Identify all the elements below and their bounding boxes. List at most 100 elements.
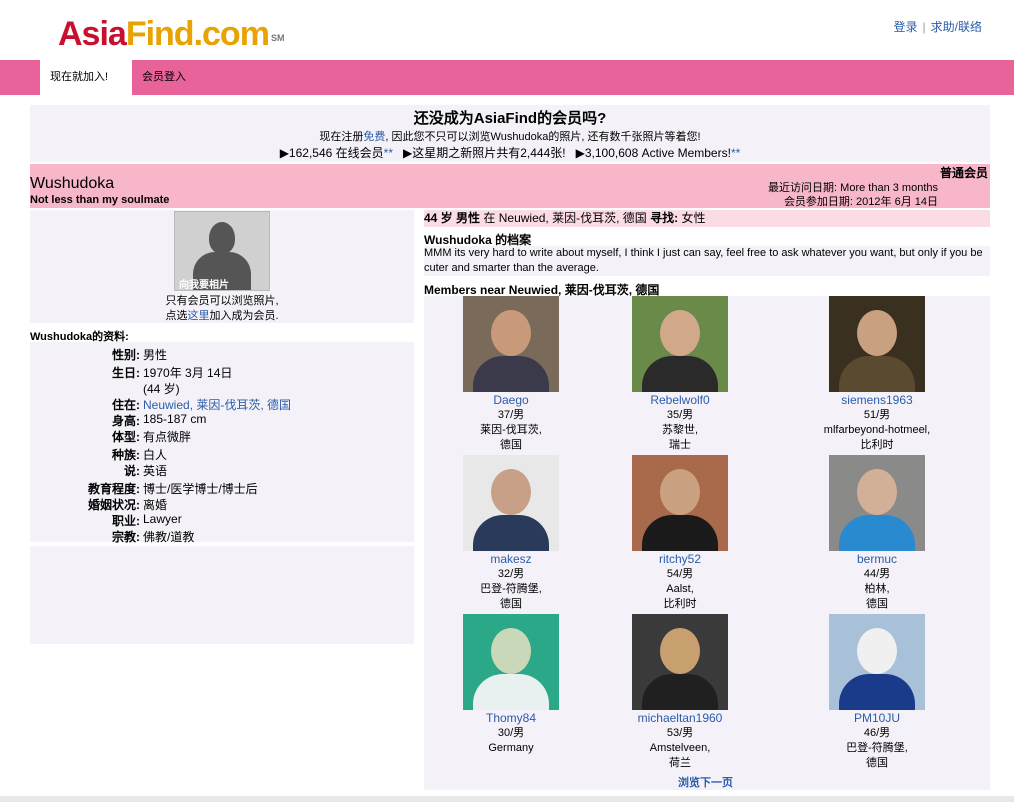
info-row: 婚姻状况: 离婚 <box>30 496 414 512</box>
member-photo-body <box>473 674 549 710</box>
member-name-link[interactable]: Rebelwolf0 <box>600 393 760 408</box>
member-photo-face <box>857 310 897 356</box>
member-photo[interactable] <box>829 296 925 392</box>
join-banner-title: 还没成为AsiaFind的会员吗? <box>413 110 607 127</box>
member-card[interactable]: PM10JU 46/男 巴登-符腾堡, 德国 <box>797 614 957 771</box>
member-photo-body <box>839 515 915 551</box>
info-label: 宗教: <box>112 530 140 544</box>
member-line2: 荷兰 <box>669 757 691 769</box>
info-row: 职业: Lawyer <box>30 512 414 528</box>
member-card[interactable]: bermuc 44/男 柏林, 德国 <box>797 455 957 612</box>
member-card[interactable]: Rebelwolf0 35/男 苏黎世, 瑞士 <box>600 296 760 453</box>
info-value: 离婚 <box>143 498 168 512</box>
member-line1: 苏黎世, <box>661 424 699 436</box>
info-label: 体型: <box>112 430 140 444</box>
member-age: 35/男 <box>666 409 694 421</box>
help-contact-link[interactable]: 求助/联络 <box>931 20 982 34</box>
member-name-link[interactable]: siemens1963 <box>797 393 957 408</box>
member-name-link[interactable]: makesz <box>431 552 591 567</box>
asiafind-logo[interactable]: AsiaFind.com SM <box>58 14 284 54</box>
member-photo[interactable] <box>829 614 925 710</box>
request-photo-label: 向我要相片 <box>179 280 229 291</box>
login-link[interactable]: 登录 <box>894 20 918 34</box>
member-name-link[interactable]: Daego <box>431 393 591 408</box>
location-link[interactable]: Neuwied, 莱因-伐耳茨, 德国 <box>143 396 291 413</box>
member-photo[interactable] <box>632 614 728 710</box>
join-banner-text: 现在注册免费, 因此您不只可以浏览Wushudoka的照片, 还有数千张照片等着… <box>30 129 990 145</box>
member-age: 54/男 <box>666 568 694 580</box>
member-card[interactable]: michaeltan1960 53/男 Amstelveen, 荷兰 <box>600 614 760 771</box>
tab-join-now[interactable]: 现在就加入! <box>40 60 132 95</box>
info-value: 1970年 3月 14日 <box>143 366 233 380</box>
profile-tagline: Not less than my soulmate <box>30 194 170 206</box>
member-card[interactable]: Thomy84 30/男 Germany <box>431 614 591 756</box>
member-line1: Amstelveen, <box>649 742 711 754</box>
member-photo[interactable] <box>463 296 559 392</box>
member-name-link[interactable]: PM10JU <box>797 711 957 726</box>
member-photo[interactable] <box>829 455 925 551</box>
info-label: 生日: <box>112 366 140 380</box>
member-photo[interactable] <box>463 455 559 551</box>
member-line2: 德国 <box>866 757 888 769</box>
about-text: MMM its very hard to write about myself,… <box>424 246 990 276</box>
member-card[interactable]: siemens1963 51/男 mlfarbeyond-hotmeel, 比利时 <box>797 296 957 453</box>
member-card[interactable]: Daego 37/男 莱因-伐耳茨, 德国 <box>431 296 591 453</box>
member-card[interactable]: makesz 32/男 巴登-符腾堡, 德国 <box>431 455 591 612</box>
join-date: 会员参加日期: 2012年 6月 14日 <box>783 196 938 208</box>
info-row: 教育程度: 博士/医学博士/博士后 <box>30 480 414 496</box>
member-line2: 德国 <box>500 598 522 610</box>
member-photo-body <box>473 356 549 392</box>
profile-photo-placeholder[interactable]: 向我要相片 <box>174 211 270 291</box>
member-photo-face <box>660 628 700 674</box>
info-label: 住在: <box>112 398 140 412</box>
member-name-link[interactable]: michaeltan1960 <box>600 711 760 726</box>
member-line1: 巴登-符腾堡, <box>846 742 908 754</box>
info-value: Lawyer <box>143 512 182 526</box>
info-label: 性别: <box>112 348 140 362</box>
member-photo-body <box>839 674 915 710</box>
top-links-separator: | <box>922 20 926 34</box>
member-card[interactable]: ritchy52 54/男 Aalst, 比利时 <box>600 455 760 612</box>
tab-member-login[interactable]: 会员登入 <box>132 60 196 95</box>
member-name-link[interactable]: bermuc <box>797 552 957 567</box>
footer-divider <box>0 796 1014 802</box>
member-age: 44/男 <box>863 568 891 580</box>
info-row: 说: 英语 <box>30 462 414 478</box>
member-photo[interactable] <box>632 296 728 392</box>
join-text-pre: 现在注册 <box>319 131 364 143</box>
member-photo-face <box>491 310 531 356</box>
member-photo-body <box>642 674 718 710</box>
logo-text-find: Find.com <box>125 15 270 53</box>
info-label: 身高: <box>112 414 140 428</box>
member-photo-body <box>473 515 549 551</box>
member-name-link[interactable]: ritchy52 <box>600 552 760 567</box>
member-photo[interactable] <box>632 455 728 551</box>
info-value: 佛教/道教 <box>143 530 195 544</box>
member-age: 53/男 <box>666 727 694 739</box>
member-photo-body <box>642 515 718 551</box>
next-page-link[interactable]: 浏览下一页 <box>678 774 733 790</box>
member-name-link[interactable]: Thomy84 <box>431 711 591 726</box>
member-photo[interactable] <box>463 614 559 710</box>
join-here-link[interactable]: 这里 <box>187 310 209 322</box>
info-row: 身高: 185-187 cm <box>30 412 414 428</box>
info-row: 生日: 1970年 3月 14日 <box>30 364 414 380</box>
profile-username: Wushudoka <box>30 175 115 192</box>
info-label: 职业: <box>112 514 140 528</box>
member-line1: 巴登-符腾堡, <box>480 583 542 595</box>
info-row: 性别: 男性 <box>30 346 414 362</box>
profile-photo-box: 向我要相片 只有会员可以浏览照片, 点选这里加入成为会员. <box>30 210 414 323</box>
info-row: (44 岁) <box>30 380 414 396</box>
logo-sm-mark: SM <box>270 33 285 43</box>
member-age: 30/男 <box>497 727 525 739</box>
member-line2: 比利时 <box>860 439 894 451</box>
member-line2: 德国 <box>866 598 888 610</box>
member-photo-face <box>491 469 531 515</box>
silhouette-head-icon <box>209 222 235 254</box>
online-members-count: ▶162,546 在线会员 <box>279 146 384 160</box>
member-age: 37/男 <box>497 409 525 421</box>
member-photo-body <box>642 356 718 392</box>
join-banner-stats: ▶162,546 在线会员** ▶这星期之新照片共有2,444张! ▶3,100… <box>30 145 990 161</box>
summary-age-gender: 44 岁 男性 <box>424 211 481 225</box>
free-register-link[interactable]: 免费 <box>363 131 385 143</box>
